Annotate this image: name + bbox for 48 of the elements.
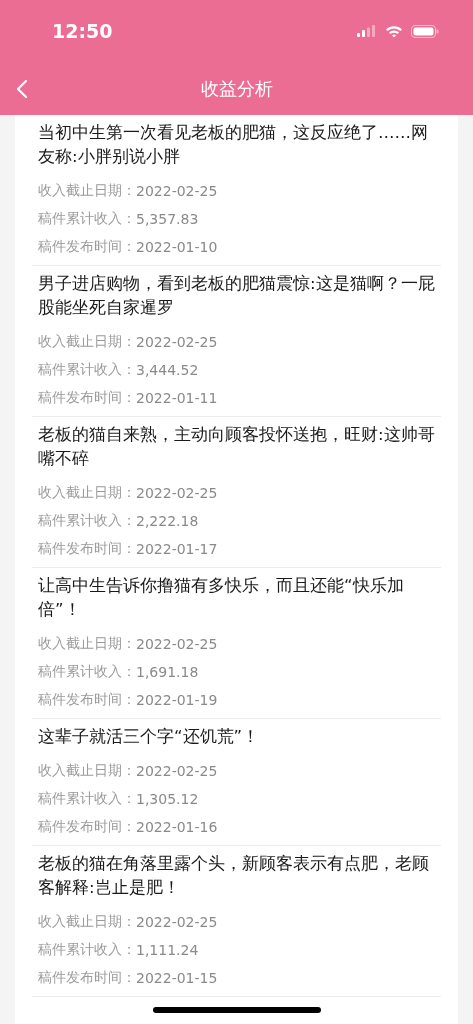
page-title: 收益分析 bbox=[200, 76, 273, 101]
back-icon bbox=[16, 79, 28, 99]
field-label: 稿件发布时间： bbox=[38, 238, 136, 256]
field-value: 2022-02-25 bbox=[136, 485, 218, 501]
field-label: 稿件发布时间： bbox=[38, 540, 136, 558]
field-label: 收入截止日期： bbox=[38, 484, 136, 502]
field-label: 稿件发布时间： bbox=[38, 389, 136, 407]
field-value: 2022-02-25 bbox=[136, 334, 218, 350]
field-value: 5,357.83 bbox=[136, 211, 199, 227]
field-label: 稿件累计收入： bbox=[38, 663, 136, 681]
signal-icon bbox=[357, 25, 377, 37]
field-value: 2022-02-25 bbox=[136, 183, 218, 199]
field-value: 2022-01-10 bbox=[136, 239, 218, 255]
field-label: 收入截止日期： bbox=[38, 913, 136, 931]
field-value: 3,444.52 bbox=[136, 362, 199, 378]
article-title: 这辈子就活三个字“还饥荒”！ bbox=[38, 726, 261, 748]
field-value: 2022-01-16 bbox=[136, 819, 218, 835]
field-value: 1,111.24 bbox=[136, 942, 199, 958]
field-label: 收入截止日期： bbox=[38, 635, 136, 653]
battery-icon bbox=[411, 24, 439, 38]
field-label: 稿件累计收入： bbox=[38, 210, 136, 228]
field-value: 2022-01-15 bbox=[136, 970, 218, 986]
status-time: 12:50 bbox=[52, 20, 113, 42]
field-label: 收入截止日期： bbox=[38, 333, 136, 351]
field-label: 稿件发布时间： bbox=[38, 969, 136, 987]
field-value: 1,691.18 bbox=[136, 664, 199, 680]
wifi-icon bbox=[385, 24, 403, 38]
field-value: 2022-01-19 bbox=[136, 692, 218, 708]
field-label: 稿件发布时间： bbox=[38, 691, 136, 709]
field-label: 稿件累计收入： bbox=[38, 512, 136, 530]
field-label: 稿件累计收入： bbox=[38, 790, 136, 808]
field-value: 2022-02-25 bbox=[136, 636, 218, 652]
field-value: 2022-02-25 bbox=[136, 763, 218, 779]
field-label: 稿件累计收入： bbox=[38, 361, 136, 379]
field-value: 2022-02-25 bbox=[136, 914, 218, 930]
article-title: 当初中生第一次看见老板的肥猫，这反应绝了……网友称:小胖别说小胖 bbox=[38, 122, 429, 168]
article-title: 男子进店购物，看到老板的肥猫震惊:这是猫啊？一屁股能坐死自家暹罗 bbox=[38, 273, 436, 319]
field-label: 收入截止日期： bbox=[38, 182, 136, 200]
field-value: 2022-01-11 bbox=[136, 390, 218, 406]
article-title: 老板的猫在角落里露个头，新顾客表示有点肥，老顾客解释:岂止是肥！ bbox=[38, 853, 430, 899]
field-value: 1,305.12 bbox=[136, 791, 199, 807]
article-title: 让高中生告诉你撸猫有多快乐，而且还能“快乐加倍”！ bbox=[38, 575, 405, 621]
field-label: 稿件累计收入： bbox=[38, 941, 136, 959]
field-value: 2,222.18 bbox=[136, 513, 199, 529]
field-value: 2022-01-17 bbox=[136, 541, 218, 557]
article-title: 老板的猫自来熟，主动向顾客投怀送抱，旺财:这帅哥嘴不碎 bbox=[38, 424, 436, 470]
field-label: 稿件发布时间： bbox=[38, 818, 136, 836]
field-label: 收入截止日期： bbox=[38, 762, 136, 780]
